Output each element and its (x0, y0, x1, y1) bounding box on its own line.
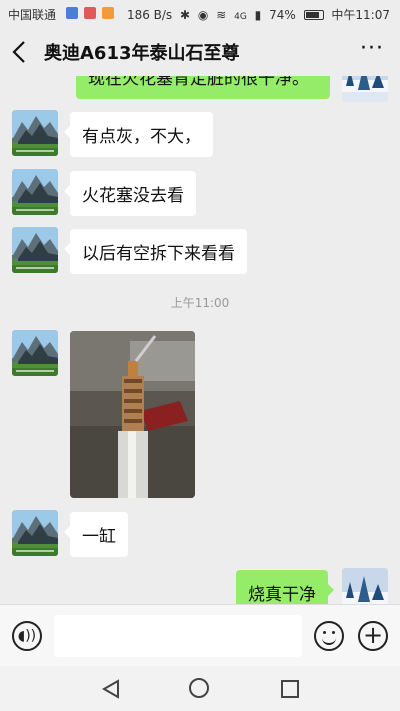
my-avatar[interactable] (342, 568, 388, 604)
message-bubble-me[interactable]: 现在火花塞肯定脏的很干净。 (76, 76, 330, 99)
contact-avatar[interactable] (12, 110, 58, 156)
chat-title: 奥迪A613年泰山石至尊 (44, 43, 240, 64)
app-badge-icon (66, 7, 78, 19)
timestamp: 上午11:00 (170, 296, 230, 310)
contact-avatar[interactable] (12, 227, 58, 273)
message-bubble-other[interactable]: 一缸 (64, 512, 128, 557)
message-image[interactable] (70, 331, 195, 498)
back-button[interactable] (12, 36, 34, 66)
spark-plug-photo (70, 331, 195, 498)
plus-icon[interactable]: + (358, 621, 388, 651)
chevron-left-icon (12, 41, 25, 63)
wifi-icon: ≋ (216, 8, 227, 22)
message-bubble-me[interactable]: 烧真干净 (236, 570, 334, 604)
emoji-icon[interactable] (314, 621, 344, 651)
app-badge-icon (83, 7, 96, 19)
system-nav-bar (0, 666, 400, 711)
contact-avatar[interactable] (12, 169, 58, 215)
battery-icon (303, 10, 324, 20)
status-right: 186 B/s ✱ ◉ ≋ 4G ▮ 74% 中午11:07 (123, 6, 390, 23)
contact-avatar[interactable] (12, 330, 58, 376)
message-bubble-other[interactable]: 火花塞没去看 (64, 171, 196, 216)
message-bubble-other[interactable]: 以后有空拆下来看看 (64, 229, 247, 274)
net-speed: 186 B/s (126, 8, 173, 22)
my-avatar[interactable] (342, 76, 388, 102)
signal-label: 4G (234, 12, 247, 22)
battery-label: 74% (269, 8, 296, 22)
bluetooth-icon: ✱ (180, 8, 191, 22)
carrier-label: 中国联通 (8, 8, 57, 22)
message-list[interactable]: 现在火花塞肯定脏的很干净。 有点灰，不大， 火花塞没去看 以后有空拆下来看看 上… (0, 76, 400, 604)
eye-icon: ◉ (197, 8, 209, 22)
more-button[interactable]: ··· (360, 36, 384, 61)
status-bar: 中国联通 186 B/s ✱ ◉ ≋ 4G ▮ 74% 中午11:07 (0, 0, 400, 26)
contact-avatar[interactable] (12, 510, 58, 556)
signal-icon: ▮ (254, 8, 262, 22)
message-input[interactable] (54, 615, 302, 657)
app-badge-icon (101, 7, 114, 19)
voice-icon[interactable]: ◖)) (12, 621, 42, 651)
nav-home-icon[interactable] (189, 678, 209, 698)
message-bubble-other[interactable]: 有点灰，不大， (64, 112, 213, 157)
chat-header: 奥迪A613年泰山石至尊 ··· (0, 26, 400, 76)
nav-recent-icon[interactable] (281, 680, 299, 698)
input-bar: ◖)) + (0, 604, 400, 666)
nav-back-icon[interactable] (100, 678, 122, 700)
notification-badges (66, 7, 116, 22)
clock: 中午11:07 (331, 8, 390, 22)
